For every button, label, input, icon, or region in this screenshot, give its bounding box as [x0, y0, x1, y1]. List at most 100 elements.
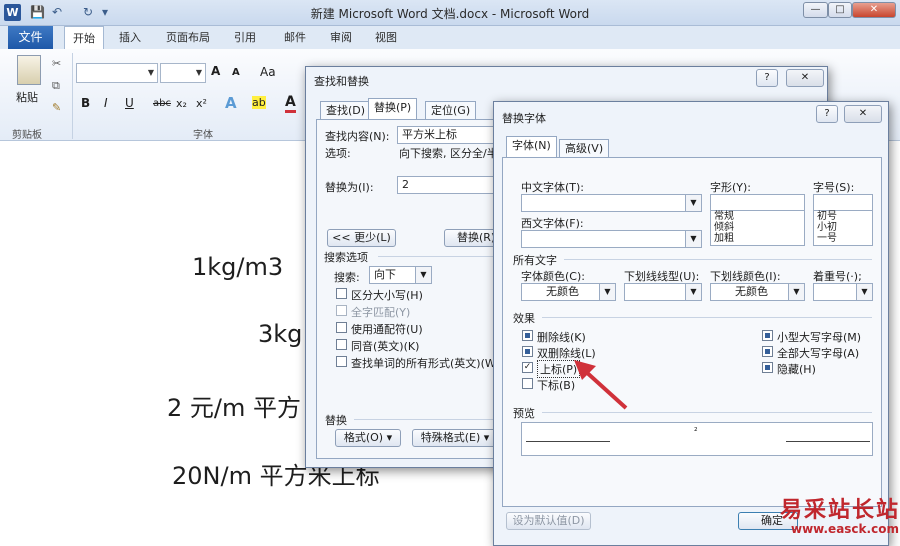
underline-color-label: 下划线颜色(I):	[710, 270, 781, 283]
font-color-select[interactable]: 无颜色 ▼	[521, 283, 616, 301]
western-font-label: 西文字体(F):	[521, 217, 584, 230]
wildcard-checkbox[interactable]	[336, 322, 347, 333]
subscript-checkbox[interactable]	[522, 378, 533, 389]
replace-font-dialog: 替换字体 ? ✕ 字体(N) 高级(V) 中文字体(T): ▼ 西文字体(F):…	[493, 101, 889, 546]
maximize-button[interactable]: □	[828, 2, 852, 18]
chinese-font-select[interactable]: ▼	[521, 194, 702, 212]
all-caps-checkbox[interactable]	[762, 346, 773, 357]
search-direction-select[interactable]: 向下 ▼	[369, 266, 432, 284]
change-case-button[interactable]: Aa	[260, 65, 276, 79]
special-menu-button[interactable]: 特殊格式(E) ▾	[412, 429, 498, 447]
strikethrough-button[interactable]: abc	[153, 98, 171, 109]
underline-style-select[interactable]: ▼	[624, 283, 702, 301]
font-size-label: 字号(S):	[813, 181, 855, 194]
doc-line-1[interactable]: 1kg/m3	[192, 253, 283, 281]
preview-baseline-right	[786, 441, 870, 442]
tab-find[interactable]: 查找(D)	[320, 101, 372, 119]
tab-file[interactable]: 文件	[8, 26, 53, 49]
tab-advanced[interactable]: 高级(V)	[559, 139, 610, 157]
search-direction-label: 搜索:	[334, 271, 360, 284]
font-style-option[interactable]: 倾斜	[714, 222, 804, 233]
close-button[interactable]: ✕	[844, 105, 882, 123]
font-size-option[interactable]: 小初	[817, 222, 872, 233]
format-menu-button[interactable]: 格式(O) ▾	[335, 429, 401, 447]
watermark-text: 易采站长站	[780, 497, 900, 523]
options-value: 向下搜索, 区分全/半角	[399, 147, 495, 160]
doc-line-3[interactable]: 2 元/m 平方	[167, 388, 301, 423]
all-caps-label: 全部大写字母(A)	[777, 347, 860, 360]
copy-icon[interactable]: ⧉	[52, 79, 60, 93]
whole-word-label: 全字匹配(Y)	[351, 306, 411, 319]
font-size-combo[interactable]: ▼	[160, 63, 206, 83]
font-style-list[interactable]: 常规 倾斜 加粗	[710, 210, 805, 246]
italic-button[interactable]: I	[104, 96, 108, 110]
divider	[378, 256, 498, 257]
watermark-url: www.easck.com	[791, 522, 899, 536]
tab-insert[interactable]: 插入	[119, 29, 141, 45]
all-forms-checkbox[interactable]	[336, 356, 347, 367]
shrink-font-button[interactable]: A	[232, 67, 240, 78]
text-effects-button[interactable]: A	[225, 94, 237, 112]
tab-page-layout[interactable]: 页面布局	[166, 29, 210, 45]
sounds-like-checkbox[interactable]	[336, 339, 347, 350]
clipboard-group-label: 剪贴板	[12, 130, 42, 141]
replace-button[interactable]: 替换(R)	[444, 229, 498, 247]
doc-line-2[interactable]: 3kg	[258, 320, 302, 348]
superscript-checkbox[interactable]: ✓	[522, 362, 533, 373]
hidden-checkbox[interactable]	[762, 362, 773, 373]
underline-color-select[interactable]: 无颜色 ▼	[710, 283, 805, 301]
font-color-button[interactable]: A	[285, 94, 296, 113]
effects-label: 效果	[513, 312, 535, 325]
paste-label[interactable]: 粘贴	[16, 89, 38, 105]
font-color-label: 字体颜色(C):	[521, 270, 585, 283]
close-button[interactable]: ✕	[786, 69, 824, 87]
whole-word-checkbox[interactable]	[336, 305, 347, 316]
font-style-option[interactable]: 加粗	[714, 233, 804, 244]
small-caps-label: 小型大写字母(M)	[777, 331, 862, 344]
bold-button[interactable]: B	[81, 96, 90, 110]
tab-font[interactable]: 字体(N)	[506, 136, 557, 157]
superscript-button[interactable]: x²	[196, 97, 207, 110]
font-size-option[interactable]: 初号	[817, 211, 872, 222]
tab-view[interactable]: 视图	[375, 29, 397, 45]
match-case-checkbox[interactable]	[336, 288, 347, 299]
help-button[interactable]: ?	[756, 69, 778, 87]
window-title: 新建 Microsoft Word 文档.docx - Microsoft Wo…	[310, 7, 590, 21]
options-label: 选项:	[325, 147, 351, 160]
search-options-label: 搜索选项	[324, 251, 368, 264]
tab-replace[interactable]: 替换(P)	[368, 98, 418, 119]
western-font-select[interactable]: ▼	[521, 230, 702, 248]
grow-font-button[interactable]: A	[211, 64, 220, 78]
help-button[interactable]: ?	[816, 105, 838, 123]
underline-button[interactable]: U	[125, 96, 134, 110]
set-default-button[interactable]: 设为默认值(D)	[506, 512, 591, 530]
tab-references[interactable]: 引用	[234, 29, 256, 45]
match-case-label: 区分大小写(H)	[351, 289, 423, 302]
font-size-list[interactable]: 初号 小初 一号	[813, 210, 873, 246]
font-style-option[interactable]: 常规	[714, 211, 804, 222]
subscript-button[interactable]: x₂	[176, 97, 187, 110]
strikethrough-checkbox[interactable]	[522, 330, 533, 341]
underline-style-label: 下划线线型(U):	[624, 270, 700, 283]
format-painter-icon[interactable]: ✎	[52, 101, 61, 114]
highlight-button[interactable]: ab	[252, 96, 266, 109]
double-strike-checkbox[interactable]	[522, 346, 533, 357]
tab-goto[interactable]: 定位(G)	[425, 101, 477, 119]
find-replace-title: 查找和替换	[314, 75, 369, 88]
tab-home[interactable]: 开始	[64, 26, 104, 50]
emphasis-mark-select[interactable]: ▼	[813, 283, 873, 301]
minimize-button[interactable]: —	[803, 2, 828, 18]
less-button[interactable]: << 更少(L)	[327, 229, 396, 247]
tab-review[interactable]: 审阅	[330, 29, 352, 45]
font-size-option[interactable]: 一号	[817, 233, 872, 244]
cut-icon[interactable]: ✂	[52, 57, 61, 70]
small-caps-checkbox[interactable]	[762, 330, 773, 341]
title-bar: W 💾 ↶ ↻ ▾ 新建 Microsoft Word 文档.docx - Mi…	[0, 0, 900, 26]
paste-icon[interactable]	[17, 55, 41, 85]
tab-mailings[interactable]: 邮件	[284, 29, 306, 45]
font-style-label: 字形(Y):	[710, 181, 752, 194]
preview-text: ²	[694, 427, 698, 437]
font-name-combo[interactable]: ▼	[76, 63, 158, 83]
close-window-button[interactable]: ✕	[852, 2, 896, 18]
annotation-arrow	[574, 360, 628, 410]
